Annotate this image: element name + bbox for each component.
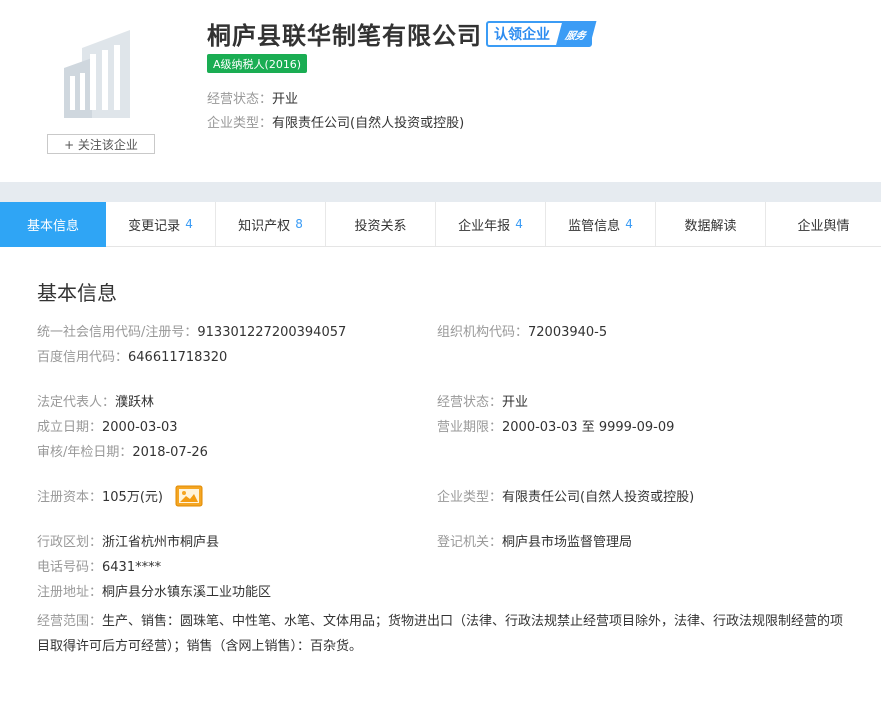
audit-date-row: 审核/年检日期：2018-07-26 [37,444,208,462]
header-type-row: 企业类型：有限责任公司(自然人投资或控股) [207,112,464,131]
field-value: 6431**** [102,560,162,575]
field-value: 濮跃林 [115,395,155,410]
follow-company-button[interactable]: + 关注该企业 [47,134,155,154]
company-type-row: 企业类型：有限责任公司(自然人投资或控股) [437,489,694,507]
field-key: 企业类型： [437,490,503,505]
business-scope: 经营范围：生产、销售：圆珠笔、中性笔、水笔、文体用品；货物进出口（法律、行政法规… [37,609,847,659]
section-title: 基本信息 [37,281,117,305]
header-divider-band [0,182,881,202]
field-key: 注册资本： [37,490,103,505]
tab-data-analysis[interactable]: 数据解读 [656,202,766,246]
header-status-row: 经营状态：开业 [207,88,298,107]
claim-service-tag: 服务 [555,21,597,47]
found-date-row: 成立日期：2000-03-03 [37,419,178,437]
org-code-row: 组织机构代码：72003940-5 [437,324,607,342]
field-value: 913301227200394057 [197,325,347,340]
field-value: 生产、销售：圆珠笔、中性笔、水笔、文体用品；货物进出口（法律、行政法规禁止经营项… [37,614,844,654]
tab-label: 监管信息 [568,218,621,234]
legal-rep-row: 法定代表人：濮跃林 [37,394,154,412]
status-row: 经营状态：开业 [437,394,528,412]
tab-intellectual-property[interactable]: 知识产权 8 [216,202,326,246]
tab-basic-info[interactable]: 基本信息 [0,202,106,247]
field-value: 有限责任公司(自然人投资或控股) [502,490,695,505]
tab-annual-reports[interactable]: 企业年报 4 [436,202,546,246]
field-value: 72003940-5 [528,325,608,340]
field-key: 法定代表人： [37,395,116,410]
tab-label: 基本信息 [26,219,79,234]
tab-investment[interactable]: 投资关系 [326,202,436,246]
header-type-value: 有限责任公司(自然人投资或控股) [272,116,465,131]
field-key: 百度信用代码： [37,350,129,365]
tab-label: 企业年报 [458,218,511,234]
region-row: 行政区划：浙江省杭州市桐庐县 [37,534,219,552]
tab-count: 4 [185,217,193,231]
authority-row: 登记机关：桐庐县市场监督管理局 [437,534,632,552]
field-value: 桐庐县市场监督管理局 [502,535,633,550]
field-value: 2018-07-26 [132,445,208,460]
tab-public-opinion[interactable]: 企业舆情 [766,202,881,246]
tab-label: 投资关系 [354,218,407,234]
phone-row: 电话号码：6431**** [37,559,161,577]
field-key: 审核/年检日期： [37,445,133,460]
business-term-row: 营业期限：2000-03-03 至 9999-09-09 [437,419,674,437]
tab-label: 知识产权 [238,218,291,234]
field-key: 组织机构代码： [437,325,529,340]
field-key: 登记机关： [437,535,503,550]
field-value: 开业 [502,395,529,410]
tab-count: 8 [295,217,303,231]
header-type-key: 企业类型： [207,116,273,131]
credit-code-row: 统一社会信用代码/注册号：913301227200394057 [37,324,346,342]
field-value: 2000-03-03 [102,420,178,435]
field-key: 注册地址： [37,585,103,600]
tab-label: 变更记录 [128,218,181,234]
field-key: 行政区划： [37,535,103,550]
field-value: 浙江省杭州市桐庐县 [102,535,220,550]
tab-label: 数据解读 [684,218,737,234]
tab-label: 企业舆情 [797,218,850,234]
tab-count: 4 [625,217,633,231]
claim-company-label: 认领企业 [494,27,550,43]
header-status-value: 开业 [272,92,299,107]
field-key: 经营范围： [37,614,103,629]
field-value: 105万(元) [102,490,163,505]
section-tabs: 基本信息 变更记录 4 知识产权 8 投资关系 企业年报 4 监管信息 4 数据解读 企… [0,202,881,247]
field-value: 桐庐县分水镇东溪工业功能区 [102,585,272,600]
tab-change-records[interactable]: 变更记录 4 [106,202,216,246]
tab-regulatory-info[interactable]: 监管信息 4 [546,202,656,246]
field-key: 经营状态： [437,395,503,410]
field-key: 成立日期： [37,420,103,435]
image-icon[interactable] [175,485,203,507]
header-status-key: 经营状态： [207,92,273,107]
company-logo [52,18,152,118]
taxpayer-grade-badge: A级纳税人(2016) [207,54,308,73]
tab-count: 4 [515,217,523,231]
claim-company-badge[interactable]: 认领企业 服务 [486,21,597,47]
field-value: 646611718320 [128,350,228,365]
address-row: 注册地址：桐庐县分水镇东溪工业功能区 [37,584,271,602]
field-key: 电话号码： [37,560,103,575]
company-name: 桐庐县联华制笔有限公司 [207,22,482,50]
field-key: 营业期限： [437,420,503,435]
baidu-code-row: 百度信用代码：646611718320 [37,349,227,367]
field-value: 2000-03-03 至 9999-09-09 [502,420,675,435]
field-key: 统一社会信用代码/注册号： [37,325,198,340]
capital-row: 注册资本：105万(元) [37,489,163,507]
